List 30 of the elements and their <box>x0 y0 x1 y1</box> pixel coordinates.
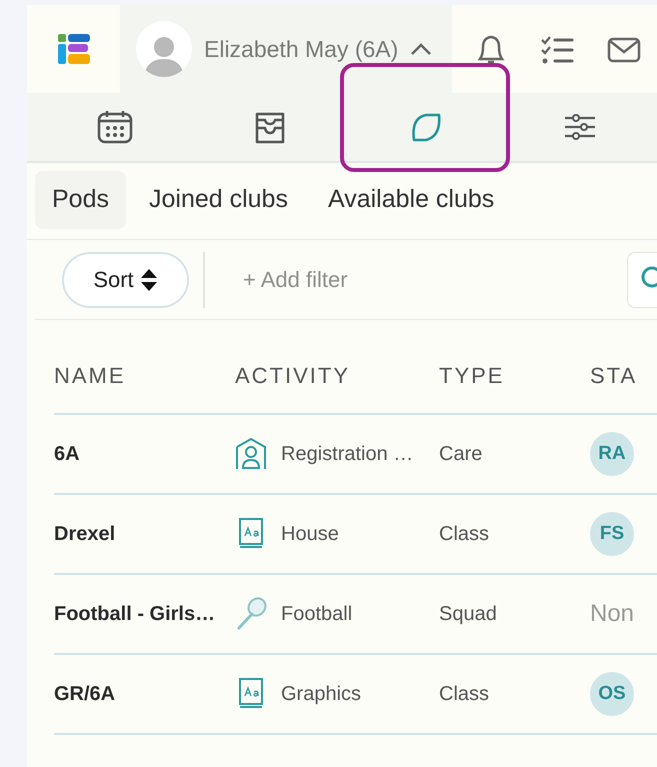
table-cell-text: Class <box>439 522 490 547</box>
table-cell-text: Football - Girls… <box>54 602 216 627</box>
table-cell-text: Registration … <box>281 442 414 467</box>
filter-field[interactable]: + Add filter <box>219 263 519 296</box>
sort-button[interactable]: Sort <box>62 252 189 308</box>
logo-icon[interactable] <box>58 34 90 64</box>
initials-avatar: RA <box>590 432 634 476</box>
chevron-icon[interactable] <box>410 42 432 56</box>
table-cell-text: GR/6A <box>54 682 116 707</box>
table-cell: Non <box>590 600 634 627</box>
table-cell-text: House <box>281 522 339 547</box>
column-header[interactable]: STA <box>590 359 657 392</box>
column-header[interactable]: NAME <box>54 359 235 392</box>
tab[interactable]: Pods <box>35 171 126 229</box>
table-cell-text: Squad <box>439 602 498 627</box>
table-cell-text: Graphics <box>281 682 362 707</box>
racket-icon <box>235 597 267 631</box>
column-header[interactable]: ACTIVITY <box>235 359 439 392</box>
table-cell-text: 6A <box>54 442 81 467</box>
initials-avatar: OS <box>590 672 634 716</box>
table-cell-text: Care <box>439 442 484 467</box>
initials-avatar: FS <box>590 512 634 556</box>
person-house-icon <box>235 437 267 471</box>
column-header[interactable]: TYPE <box>439 359 590 392</box>
table-cell-text: Football <box>281 602 352 627</box>
tab[interactable]: Available clubs <box>310 171 512 229</box>
table-cell-text: Class <box>439 682 490 707</box>
tab[interactable]: Joined clubs <box>132 171 305 229</box>
table-cell-text: Drexel <box>54 522 116 547</box>
sort-arrows-icon <box>140 268 158 292</box>
